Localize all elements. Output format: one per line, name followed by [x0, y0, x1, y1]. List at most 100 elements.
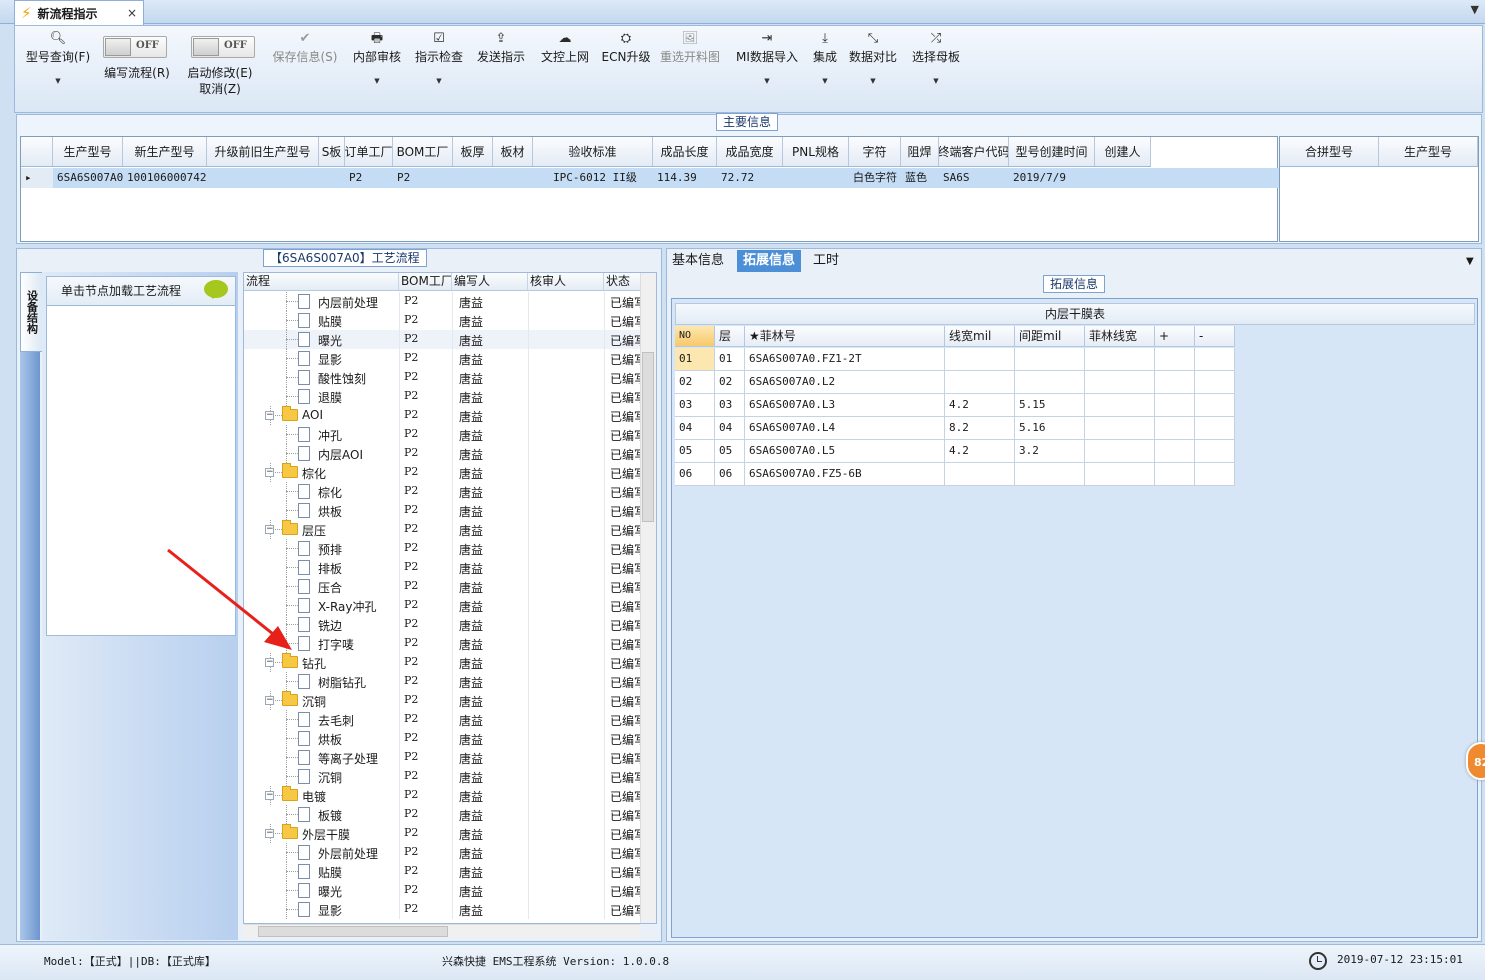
tree-row[interactable]: 排板 P2 唐益 已编写 [244, 558, 644, 577]
film-cell[interactable] [1085, 417, 1155, 440]
tree-row[interactable]: X-Ray冲孔 P2 唐益 已编写 [244, 596, 644, 615]
tree-row[interactable]: 预排 P2 唐益 已编写 [244, 539, 644, 558]
main-col-header[interactable]: BOM工厂 [393, 137, 453, 166]
tab-basic-info[interactable]: 基本信息 [666, 250, 730, 272]
tree-row[interactable]: 贴膜 P2 唐益 已编写 [244, 862, 644, 881]
film-cell[interactable] [1015, 371, 1085, 394]
tree-row[interactable]: 贴膜 P2 唐益 已编写 [244, 311, 644, 330]
main-col-header[interactable]: 成品长度 [653, 137, 717, 166]
tree-row[interactable]: 铣边 P2 唐益 已编写 [244, 615, 644, 634]
model-query-button[interactable]: 🔍︎ 型号查询(F) ▼ [23, 30, 93, 85]
film-col-header[interactable]: 菲林线宽 [1085, 326, 1155, 347]
tree-col-header[interactable]: 核审人 [528, 273, 604, 290]
equipment-structure-tab[interactable]: 设备结构 [20, 272, 42, 352]
mi-data-import-button[interactable]: ⇥ MI数据导入 ▼ [729, 30, 805, 85]
film-cell[interactable] [1085, 371, 1155, 394]
tree-row[interactable]: 沉铜 P2 唐益 已编写 [244, 767, 644, 786]
document-tab[interactable]: ⚡ 新流程指示 × [14, 0, 144, 25]
film-cell[interactable] [1015, 463, 1085, 486]
film-cell[interactable] [945, 371, 1015, 394]
tree-row[interactable]: − 电镀 P2 唐益 已编写 [244, 786, 644, 805]
main-col-header[interactable]: 字符 [849, 137, 901, 166]
collapse-node-icon[interactable]: − [265, 829, 274, 838]
film-cell[interactable] [1195, 463, 1235, 486]
select-mother-board-button[interactable]: ⤮ 选择母板 ▼ [909, 30, 963, 85]
film-cell[interactable]: 4.2 [945, 394, 1015, 417]
main-col-header[interactable]: 订单工厂 [345, 137, 393, 166]
tree-row[interactable]: 树脂钻孔 P2 唐益 已编写 [244, 672, 644, 691]
main-col-header[interactable]: 升级前旧生产型号 [207, 137, 319, 166]
film-cell[interactable] [1195, 394, 1235, 417]
film-cell[interactable] [1015, 348, 1085, 371]
film-cell[interactable] [1155, 394, 1195, 417]
tree-row[interactable]: 压合 P2 唐益 已编写 [244, 577, 644, 596]
film-cell[interactable] [1085, 348, 1155, 371]
film-cell[interactable] [1085, 463, 1155, 486]
film-cell[interactable] [1155, 348, 1195, 371]
tab-work-hours[interactable]: 工时 [807, 250, 845, 272]
film-cell[interactable] [1195, 371, 1235, 394]
tree-row[interactable]: 烘板 P2 唐益 已编写 [244, 729, 644, 748]
film-cell[interactable]: 8.2 [945, 417, 1015, 440]
main-col-header[interactable]: 终端客户代码 [939, 137, 1009, 166]
main-col-header[interactable]: PNL规格 [783, 137, 849, 166]
film-col-header[interactable]: ★菲林号 [745, 326, 945, 347]
film-row[interactable]: 04 04 6SA6S007A0.L4 8.2 5.16 [675, 417, 1235, 440]
tree-row[interactable]: − 沉铜 P2 唐益 已编写 [244, 691, 644, 710]
tree-row[interactable]: 外层前处理 P2 唐益 已编写 [244, 843, 644, 862]
instruction-check-button[interactable]: ☑ 指示检查 ▼ [411, 30, 467, 85]
tree-row[interactable]: 去毛刺 P2 唐益 已编写 [244, 710, 644, 729]
main-col-header[interactable]: 型号创建时间 [1009, 137, 1095, 166]
tree-row[interactable]: − 外层干膜 P2 唐益 已编写 [244, 824, 644, 843]
main-col-header[interactable]: 验收标准 [533, 137, 653, 166]
tree-vertical-scroll-thumb[interactable] [642, 352, 654, 522]
main-col-header[interactable]: S板 [319, 137, 345, 166]
collapse-node-icon[interactable]: − [265, 791, 274, 800]
tree-row[interactable]: 冲孔 P2 唐益 已编写 [244, 425, 644, 444]
film-row[interactable]: 03 03 6SA6S007A0.L3 4.2 5.15 [675, 394, 1235, 417]
tab-menu-chevron-icon[interactable]: ▼ [1471, 3, 1479, 16]
film-cell[interactable] [1195, 417, 1235, 440]
main-col-header[interactable]: 生产型号 [53, 137, 123, 166]
film-col-header[interactable]: + [1155, 326, 1195, 347]
film-cell[interactable]: 3.2 [1015, 440, 1085, 463]
film-cell[interactable] [1155, 371, 1195, 394]
start-modify-toggle[interactable]: OFF [191, 36, 255, 58]
tree-horizontal-scroll-thumb[interactable] [258, 926, 448, 937]
notification-badge[interactable]: 82 [1466, 742, 1485, 780]
upload-docs-button[interactable]: ☁ 文控上网 [535, 30, 595, 65]
film-col-header[interactable]: 间距mil [1015, 326, 1085, 347]
film-cell[interactable] [945, 463, 1015, 486]
film-col-header[interactable]: NO [675, 326, 715, 347]
film-cell[interactable] [1085, 440, 1155, 463]
film-col-header[interactable]: 线宽mil [945, 326, 1015, 347]
collapse-node-icon[interactable]: − [265, 696, 274, 705]
tab-extended-info[interactable]: 拓展信息 [737, 250, 802, 272]
save-info-button[interactable]: ✔ 保存信息(S) [267, 30, 343, 65]
film-cell[interactable] [1195, 348, 1235, 371]
film-cell[interactable]: 4.2 [945, 440, 1015, 463]
film-row[interactable]: 01 01 6SA6S007A0.FZ1-2T [675, 348, 1235, 371]
reselect-cutting-chart-button[interactable]: 🖼︎ 重选开料图 [657, 30, 723, 65]
tree-col-header[interactable]: 流程 [244, 273, 399, 290]
main-col-header[interactable]: 板厚 [453, 137, 493, 166]
tree-row[interactable]: 等离子处理 P2 唐益 已编写 [244, 748, 644, 767]
film-row[interactable]: 05 05 6SA6S007A0.L5 4.2 3.2 [675, 440, 1235, 463]
main-col-header[interactable]: 新生产型号 [123, 137, 207, 166]
film-cell[interactable] [1155, 417, 1195, 440]
film-cell[interactable] [1195, 440, 1235, 463]
film-cell[interactable]: 5.15 [1015, 394, 1085, 417]
tree-row[interactable]: 显影 P2 唐益 已编写 [244, 349, 644, 368]
panel-menu-chevron-icon[interactable]: ▼ [1466, 256, 1474, 267]
chat-bubble-icon[interactable] [204, 280, 228, 299]
tree-row[interactable]: − AOI P2 唐益 已编写 [244, 406, 644, 425]
main-col-header[interactable]: 阻焊 [901, 137, 939, 166]
cancel-modify-button[interactable]: 取消(Z) [183, 80, 257, 97]
film-cell[interactable]: 5.16 [1015, 417, 1085, 440]
tree-row[interactable]: 内层前处理 P2 唐益 已编写 [244, 292, 644, 311]
film-col-header[interactable]: - [1195, 326, 1235, 347]
tree-col-header[interactable]: 状态 [604, 273, 644, 290]
tree-row[interactable]: 棕化 P2 唐益 已编写 [244, 482, 644, 501]
film-cell[interactable] [1155, 440, 1195, 463]
tree-row[interactable]: 退膜 P2 唐益 已编写 [244, 387, 644, 406]
